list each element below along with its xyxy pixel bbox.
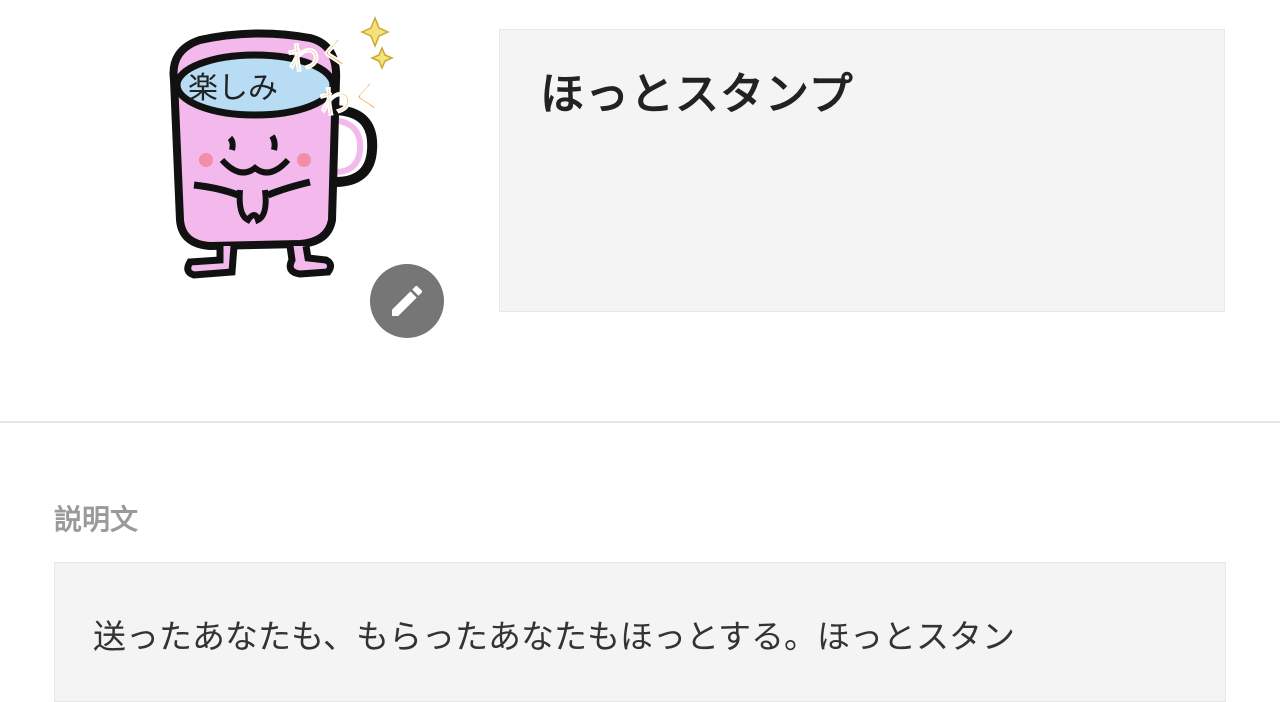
stamp-title: ほっとスタンプ — [540, 69, 854, 120]
pencil-icon — [392, 285, 423, 316]
sparkle-text-2: わく — [317, 76, 386, 123]
title-field[interactable]: ほっとスタンプ — [499, 29, 1225, 312]
sticker-preview[interactable]: 楽しみ わく わく — [160, 10, 450, 350]
description-label: 説明文 — [54, 503, 139, 536]
section-divider — [0, 421, 1280, 423]
edit-sticker-button[interactable] — [370, 264, 444, 338]
mug-label: 楽しみ — [188, 71, 278, 106]
mug-character-image: 楽しみ わく わく — [169, 15, 394, 279]
description-field[interactable]: 送ったあなたも、もらったあなたもほっとする。ほっとスタン — [54, 562, 1226, 702]
description-text: 送ったあなたも、もらったあなたもほっとする。ほっとスタン — [93, 617, 1016, 656]
sparkle-text-1: わく — [285, 32, 354, 79]
